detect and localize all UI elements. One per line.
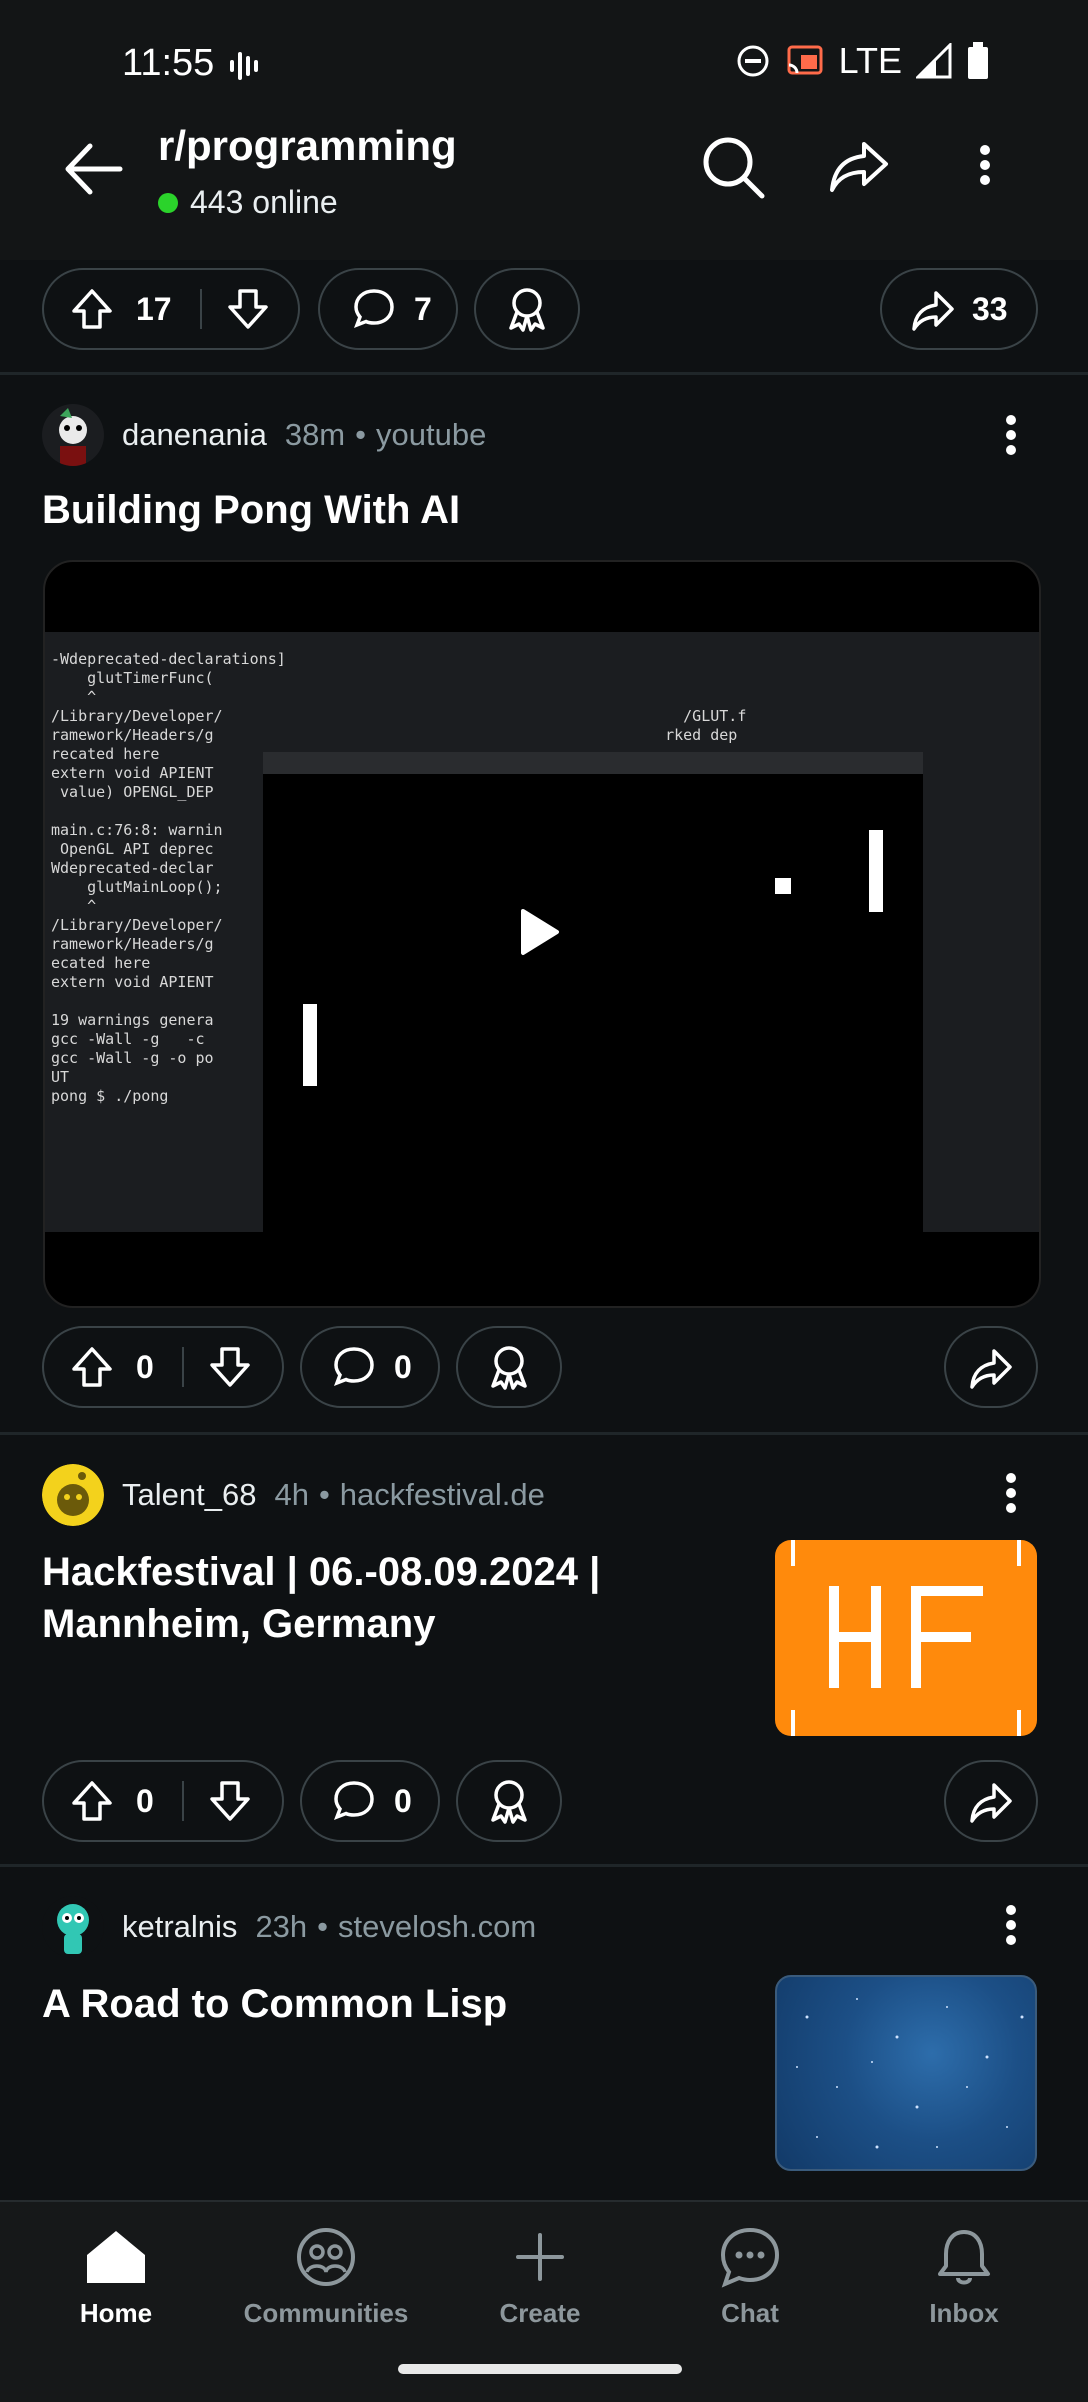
nav-home[interactable]: Home [16,2222,216,2329]
share-button[interactable] [944,1760,1038,1842]
post-meta: ketralnis 23h • stevelosh.com [42,1896,536,1958]
avatar[interactable] [42,404,104,466]
nav-label: Chat [721,2298,779,2328]
share-icon[interactable] [826,134,892,200]
share-button[interactable] [944,1326,1038,1408]
home-indicator[interactable] [398,2364,682,2374]
post-age: 23h [255,1909,308,1944]
comment-count: 7 [414,290,432,327]
nav-create[interactable]: Create [440,2222,640,2329]
post-thumbnail[interactable] [775,1540,1037,1736]
post-divider [0,1432,1088,1435]
battery-icon [968,42,988,79]
post-source[interactable]: youtube [376,417,486,453]
upvote-count: 0 [136,1782,154,1819]
upvote-count: 0 [136,1348,154,1385]
post-title[interactable]: Hackfestival | 06.-08.09.2024 | Mannheim… [42,1546,742,1650]
share-icon [912,291,954,331]
pong-window [263,752,923,1282]
nav-label: Home [79,2298,153,2328]
status-icons: LTE [735,40,990,82]
post-source[interactable]: stevelosh.com [338,1909,536,1945]
avatar[interactable] [42,1896,104,1958]
play-icon[interactable] [517,907,561,957]
share-icon [970,1349,1012,1389]
comment-icon [353,289,394,329]
back-arrow-icon[interactable] [60,136,126,202]
nav-label: Inbox [929,2298,999,2328]
avatar[interactable] [42,1464,104,1526]
dnd-icon [737,45,769,77]
award-button[interactable] [474,268,580,350]
post-meta: danenania 38m • youtube [42,404,486,466]
author-name[interactable]: Talent_68 [122,1477,256,1513]
signal-icon [916,43,952,79]
nav-communities[interactable]: Communities [226,2222,426,2329]
communities-icon [297,2228,355,2286]
comment-count: 0 [394,1782,412,1819]
share-icon [970,1783,1012,1823]
nav-label: Communities [243,2298,409,2328]
comment-icon [333,1347,374,1387]
comment-count: 0 [394,1348,412,1385]
award-icon [509,288,545,332]
downvote-icon[interactable] [208,1779,252,1823]
upvote-icon[interactable] [70,287,114,331]
nav-inbox[interactable]: Inbox [864,2222,1064,2329]
chat-icon [720,2227,780,2288]
award-icon [491,1780,527,1824]
share-count-button[interactable]: 33 [880,268,1038,350]
post-meta: Talent_68 4h • hackfestival.de [42,1464,545,1526]
post-options-icon[interactable] [1005,410,1017,460]
author-name[interactable]: ketralnis [122,1909,237,1945]
search-icon[interactable] [700,134,766,200]
bell-icon [938,2230,990,2285]
post-title-line: Hackfestival | 06.-08.09.2024 | [42,1550,601,1594]
post-title[interactable]: A Road to Common Lisp [42,1978,507,2030]
nav-label: Create [499,2298,581,2328]
network-label: LTE [838,40,902,81]
comments-button[interactable]: 0 [300,1760,440,1842]
more-options-icon[interactable] [979,140,991,190]
post-options-icon[interactable] [1005,1900,1017,1950]
hf-logo [791,1540,1021,1736]
award-button[interactable] [456,1326,562,1408]
online-indicator [158,192,178,213]
upvote-icon[interactable] [70,1779,114,1823]
starfield-image [796,1998,1024,2149]
nav-chat[interactable]: Chat [650,2222,850,2329]
author-name[interactable]: danenania [122,417,267,453]
subreddit-name[interactable]: r/programming [158,122,457,170]
post-source[interactable]: hackfestival.de [340,1477,545,1513]
vote-pill: 17 [42,268,300,350]
award-button[interactable] [456,1760,562,1842]
post-divider [0,372,1088,375]
status-time: 11:55 [122,42,215,84]
downvote-icon[interactable] [226,287,270,331]
share-count: 33 [972,290,1008,327]
post-divider [0,1864,1088,1867]
upvote-icon[interactable] [70,1345,114,1389]
plus-icon [516,2233,564,2281]
comments-button[interactable]: 0 [300,1326,440,1408]
post-title[interactable]: Building Pong With AI [42,484,460,536]
post-thumbnail[interactable] [775,1975,1037,2171]
post-age: 4h [274,1477,309,1512]
voice-activity-icon [230,52,258,80]
comments-button[interactable]: 7 [318,268,458,350]
comment-icon [333,1781,374,1821]
award-icon [491,1346,527,1390]
cast-icon [787,45,823,75]
post-age: 38m [284,417,346,452]
vote-pill: 0 [42,1760,284,1842]
downvote-icon[interactable] [208,1345,252,1389]
post-options-icon[interactable] [1005,1468,1017,1518]
upvote-count: 17 [136,290,172,327]
home-icon [87,2231,145,2283]
post-title-line: Mannheim, Germany [42,1602,436,1646]
online-label: 443 online [190,184,338,220]
video-player[interactable]: -Wdeprecated-declarations] glutTimerFunc… [43,560,1041,1308]
vote-pill: 0 [42,1326,284,1408]
online-count: 443 online [158,184,338,221]
